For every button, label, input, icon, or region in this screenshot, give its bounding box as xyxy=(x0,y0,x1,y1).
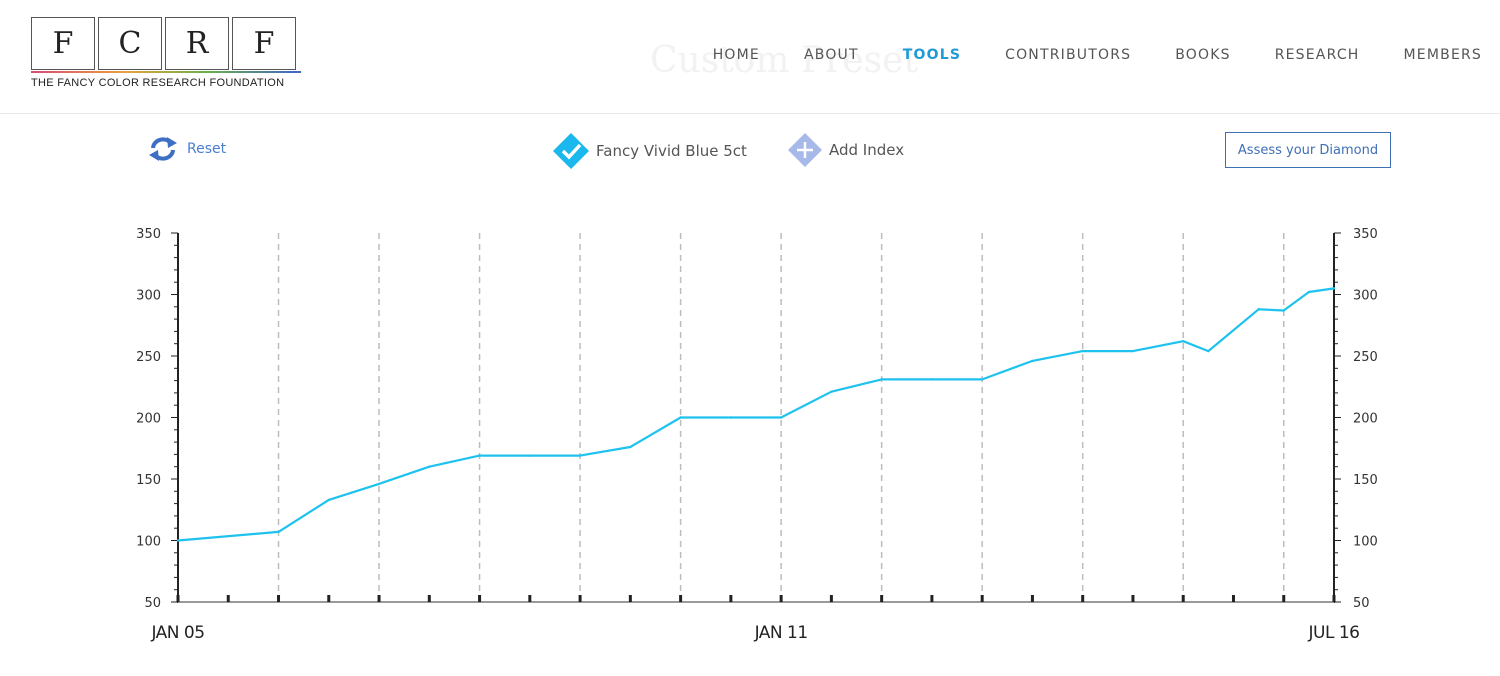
x-date-label: JUL 16 xyxy=(1308,623,1360,643)
data-point xyxy=(478,454,481,457)
data-point xyxy=(1307,290,1311,294)
data-point xyxy=(679,416,682,419)
data-point xyxy=(377,482,381,486)
data-point xyxy=(176,539,180,542)
right-y-tick-label: 100 xyxy=(1353,535,1378,550)
data-point xyxy=(930,378,934,381)
right-y-tick-label: 250 xyxy=(1353,350,1378,365)
data-point xyxy=(1207,349,1210,353)
data-point xyxy=(1081,349,1084,353)
data-point xyxy=(629,445,632,449)
data-point xyxy=(528,454,532,457)
right-y-tick-label: 300 xyxy=(1353,289,1378,304)
data-point xyxy=(980,378,984,381)
left-y-tick-label: 350 xyxy=(136,227,161,242)
data-point xyxy=(1257,308,1260,311)
data-point xyxy=(428,465,431,468)
x-date-label: JAN 05 xyxy=(150,623,204,643)
data-point xyxy=(830,390,833,393)
left-y-tick-label: 50 xyxy=(144,596,161,611)
data-point xyxy=(578,454,582,457)
data-point xyxy=(1332,287,1336,290)
data-point xyxy=(327,498,330,502)
data-point xyxy=(1282,309,1285,312)
left-y-tick-label: 100 xyxy=(136,535,161,550)
left-y-tick-label: 300 xyxy=(136,289,161,304)
data-point xyxy=(1031,359,1034,363)
series-line-fancy-vivid-blue xyxy=(177,287,1335,542)
right-y-tick-label: 50 xyxy=(1353,596,1370,611)
data-point xyxy=(1182,340,1185,343)
price-index-chart: 50 50 100 100 150 150 200 200 250 250 300 300 350 350… xyxy=(136,227,1378,643)
data-point xyxy=(779,416,783,419)
data-point xyxy=(880,378,883,381)
right-y-tick-label: 150 xyxy=(1353,473,1378,488)
data-point xyxy=(729,416,733,419)
left-y-tick-label: 250 xyxy=(136,350,161,365)
right-y-tick-label: 350 xyxy=(1353,227,1378,242)
right-y-tick-label: 200 xyxy=(1353,412,1378,427)
x-date-label: JAN 11 xyxy=(754,623,808,643)
data-point xyxy=(277,530,280,534)
left-y-tick-label: 200 xyxy=(136,412,161,427)
data-point xyxy=(1131,349,1135,353)
left-y-tick-label: 150 xyxy=(136,473,161,488)
